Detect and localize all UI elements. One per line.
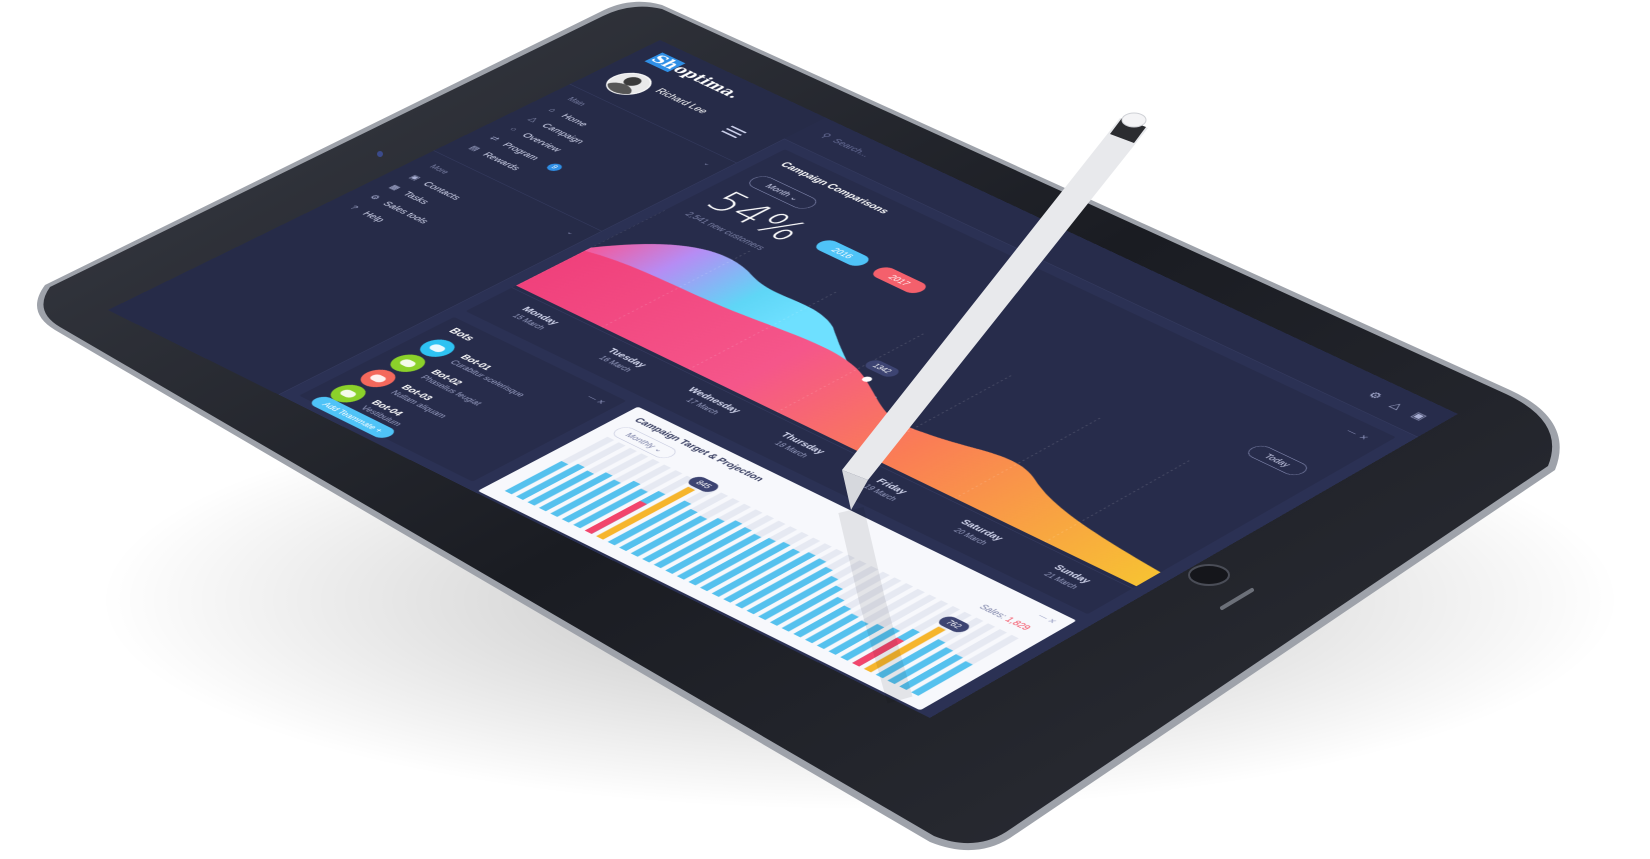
pencil-reflection: [851, 510, 900, 700]
pencil-body: [842, 118, 1148, 480]
stylus-pencil: [0, 0, 1650, 859]
tablet-device: Shoptima. Richard Lee Main ⌄ ⌂ Home △ Camp…: [0, 0, 1650, 859]
pencil-cap: [1122, 113, 1146, 127]
